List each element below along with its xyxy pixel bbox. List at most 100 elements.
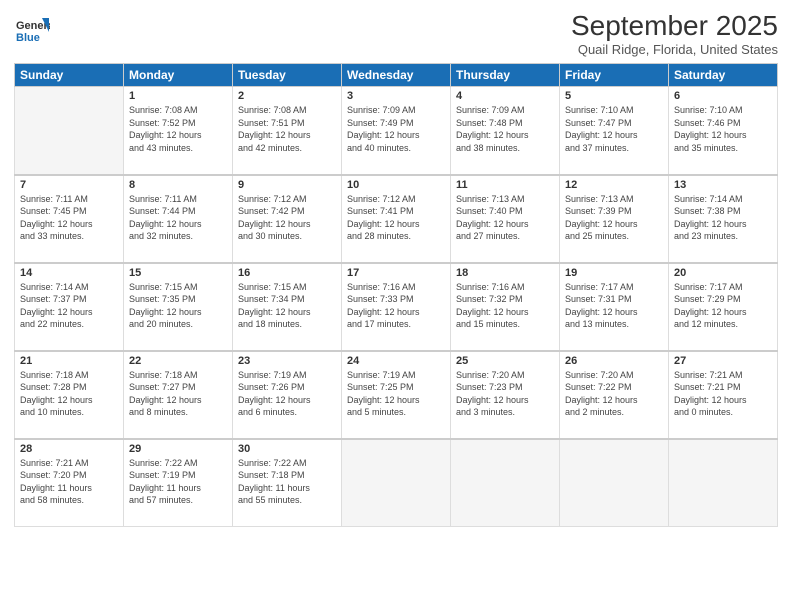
weekday-header-saturday: Saturday <box>669 64 778 87</box>
calendar-cell: 30 Sunrise: 7:22 AMSunset: 7:18 PMDayligh… <box>233 439 342 527</box>
day-number: 30 <box>238 443 336 455</box>
calendar-cell: 29 Sunrise: 7:22 AMSunset: 7:19 PMDayligh… <box>124 439 233 527</box>
calendar-cell: 18 Sunrise: 7:16 AMSunset: 7:32 PMDayligh… <box>451 263 560 351</box>
day-number: 19 <box>565 267 663 279</box>
day-number: 13 <box>674 179 772 191</box>
day-info: Sunrise: 7:21 AMSunset: 7:21 PMDaylight:… <box>674 369 772 419</box>
day-info: Sunrise: 7:14 AMSunset: 7:38 PMDaylight:… <box>674 193 772 243</box>
calendar-cell: 3Sunrise: 7:09 AMSunset: 7:49 PMDaylight… <box>342 87 451 175</box>
day-info: Sunrise: 7:09 AMSunset: 7:48 PMDaylight:… <box>456 104 554 154</box>
day-number: 15 <box>129 267 227 279</box>
calendar-cell <box>342 439 451 527</box>
calendar-cell: 25 Sunrise: 7:20 AMSunset: 7:23 PMDayligh… <box>451 351 560 439</box>
day-info: Sunrise: 7:08 AMSunset: 7:51 PMDaylight:… <box>238 104 336 154</box>
day-info: Sunrise: 7:16 AMSunset: 7:33 PMDaylight:… <box>347 281 445 331</box>
weekday-header-wednesday: Wednesday <box>342 64 451 87</box>
svg-text:Blue: Blue <box>16 32 40 44</box>
day-number: 26 <box>565 355 663 367</box>
day-number: 4 <box>456 90 554 102</box>
calendar-cell <box>669 439 778 527</box>
calendar-cell: 9Sunrise: 7:12 AMSunset: 7:42 PMDaylight… <box>233 175 342 263</box>
weekday-header-monday: Monday <box>124 64 233 87</box>
calendar-cell: 12Sunrise: 7:13 AMSunset: 7:39 PMDayligh… <box>560 175 669 263</box>
weekday-header-sunday: Sunday <box>15 64 124 87</box>
day-number: 16 <box>238 267 336 279</box>
day-info: Sunrise: 7:22 AMSunset: 7:18 PMDaylight:… <box>238 457 336 507</box>
weekday-header-friday: Friday <box>560 64 669 87</box>
weekday-header-row: SundayMondayTuesdayWednesdayThursdayFrid… <box>15 64 778 87</box>
calendar-cell: 19 Sunrise: 7:17 AMSunset: 7:31 PMDayligh… <box>560 263 669 351</box>
calendar-cell: 22Sunrise: 7:18 AMSunset: 7:27 PMDayligh… <box>124 351 233 439</box>
week-row-4: 21Sunrise: 7:18 AMSunset: 7:28 PMDayligh… <box>15 351 778 439</box>
day-number: 11 <box>456 179 554 191</box>
title-block: September 2025 Quail Ridge, Florida, Uni… <box>571 10 778 57</box>
day-info: Sunrise: 7:12 AMSunset: 7:42 PMDaylight:… <box>238 193 336 243</box>
day-number: 25 <box>456 355 554 367</box>
day-info: Sunrise: 7:15 AMSunset: 7:34 PMDaylight:… <box>238 281 336 331</box>
day-info: Sunrise: 7:17 AMSunset: 7:29 PMDaylight:… <box>674 281 772 331</box>
day-info: Sunrise: 7:14 AMSunset: 7:37 PMDaylight:… <box>20 281 118 331</box>
day-number: 20 <box>674 267 772 279</box>
calendar-cell: 10Sunrise: 7:12 AMSunset: 7:41 PMDayligh… <box>342 175 451 263</box>
day-number: 8 <box>129 179 227 191</box>
week-row-1: 1Sunrise: 7:08 AMSunset: 7:52 PMDaylight… <box>15 87 778 175</box>
calendar-cell: 20 Sunrise: 7:17 AMSunset: 7:29 PMDayligh… <box>669 263 778 351</box>
calendar-cell: 27 Sunrise: 7:21 AMSunset: 7:21 PMDayligh… <box>669 351 778 439</box>
month-title: September 2025 <box>571 10 778 42</box>
calendar-cell: 23Sunrise: 7:19 AMSunset: 7:26 PMDayligh… <box>233 351 342 439</box>
day-info: Sunrise: 7:20 AMSunset: 7:22 PMDaylight:… <box>565 369 663 419</box>
day-info: Sunrise: 7:15 AMSunset: 7:35 PMDaylight:… <box>129 281 227 331</box>
day-info: Sunrise: 7:11 AMSunset: 7:44 PMDaylight:… <box>129 193 227 243</box>
day-number: 7 <box>20 179 118 191</box>
location-subtitle: Quail Ridge, Florida, United States <box>571 42 778 57</box>
day-number: 23 <box>238 355 336 367</box>
calendar-cell: 16 Sunrise: 7:15 AMSunset: 7:34 PMDayligh… <box>233 263 342 351</box>
day-number: 28 <box>20 443 118 455</box>
weekday-header-tuesday: Tuesday <box>233 64 342 87</box>
calendar-cell <box>560 439 669 527</box>
day-info: Sunrise: 7:20 AMSunset: 7:23 PMDaylight:… <box>456 369 554 419</box>
calendar-cell: 8 Sunrise: 7:11 AMSunset: 7:44 PMDaylight… <box>124 175 233 263</box>
calendar-cell <box>451 439 560 527</box>
header: General Blue September 2025 Quail Ridge,… <box>14 10 778 57</box>
day-info: Sunrise: 7:19 AMSunset: 7:25 PMDaylight:… <box>347 369 445 419</box>
day-info: Sunrise: 7:17 AMSunset: 7:31 PMDaylight:… <box>565 281 663 331</box>
day-number: 2 <box>238 90 336 102</box>
logo-svg: General Blue <box>14 14 50 50</box>
week-row-3: 14 Sunrise: 7:14 AMSunset: 7:37 PMDayligh… <box>15 263 778 351</box>
weekday-header-thursday: Thursday <box>451 64 560 87</box>
calendar-cell: 14 Sunrise: 7:14 AMSunset: 7:37 PMDayligh… <box>15 263 124 351</box>
day-number: 17 <box>347 267 445 279</box>
day-number: 18 <box>456 267 554 279</box>
day-info: Sunrise: 7:10 AMSunset: 7:47 PMDaylight:… <box>565 104 663 154</box>
logo: General Blue <box>14 14 50 50</box>
day-info: Sunrise: 7:11 AMSunset: 7:45 PMDaylight:… <box>20 193 118 243</box>
calendar-cell: 28Sunrise: 7:21 AMSunset: 7:20 PMDayligh… <box>15 439 124 527</box>
calendar-cell: 2 Sunrise: 7:08 AMSunset: 7:51 PMDaylight… <box>233 87 342 175</box>
calendar-cell: 13 Sunrise: 7:14 AMSunset: 7:38 PMDayligh… <box>669 175 778 263</box>
day-number: 5 <box>565 90 663 102</box>
day-info: Sunrise: 7:10 AMSunset: 7:46 PMDaylight:… <box>674 104 772 154</box>
page: General Blue September 2025 Quail Ridge,… <box>0 0 792 612</box>
day-info: Sunrise: 7:12 AMSunset: 7:41 PMDaylight:… <box>347 193 445 243</box>
day-info: Sunrise: 7:18 AMSunset: 7:28 PMDaylight:… <box>20 369 118 419</box>
calendar-cell: 26 Sunrise: 7:20 AMSunset: 7:22 PMDayligh… <box>560 351 669 439</box>
calendar-cell: 7 Sunrise: 7:11 AMSunset: 7:45 PMDaylight… <box>15 175 124 263</box>
day-info: Sunrise: 7:08 AMSunset: 7:52 PMDaylight:… <box>129 104 227 154</box>
day-number: 6 <box>674 90 772 102</box>
day-number: 24 <box>347 355 445 367</box>
calendar-cell: 11Sunrise: 7:13 AMSunset: 7:40 PMDayligh… <box>451 175 560 263</box>
calendar-cell: 17 Sunrise: 7:16 AMSunset: 7:33 PMDayligh… <box>342 263 451 351</box>
calendar-cell: 4 Sunrise: 7:09 AMSunset: 7:48 PMDaylight… <box>451 87 560 175</box>
day-number: 22 <box>129 355 227 367</box>
calendar-cell: 6 Sunrise: 7:10 AMSunset: 7:46 PMDaylight… <box>669 87 778 175</box>
calendar-cell: 21Sunrise: 7:18 AMSunset: 7:28 PMDayligh… <box>15 351 124 439</box>
day-info: Sunrise: 7:22 AMSunset: 7:19 PMDaylight:… <box>129 457 227 507</box>
day-number: 29 <box>129 443 227 455</box>
day-number: 14 <box>20 267 118 279</box>
day-number: 27 <box>674 355 772 367</box>
day-info: Sunrise: 7:16 AMSunset: 7:32 PMDaylight:… <box>456 281 554 331</box>
calendar-cell: 5 Sunrise: 7:10 AMSunset: 7:47 PMDaylight… <box>560 87 669 175</box>
calendar-cell: 24 Sunrise: 7:19 AMSunset: 7:25 PMDayligh… <box>342 351 451 439</box>
day-number: 12 <box>565 179 663 191</box>
